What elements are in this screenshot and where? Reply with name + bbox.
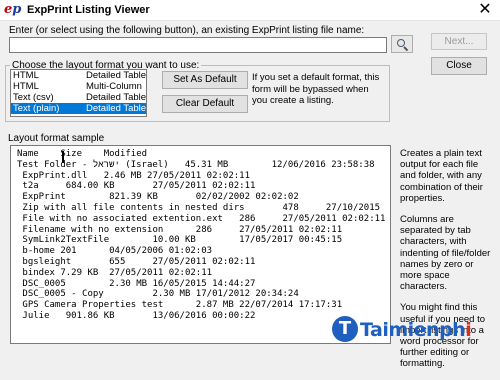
file-prompt-label: Enter (or select using the following but… — [9, 25, 365, 36]
format-explanation: Creates a plain text output for each fil… — [400, 148, 496, 380]
sample-line: ExpPrint 821.39 KB 02/02/2002 02:02:02 — [17, 192, 299, 203]
sample-line: Zip with all file contents in nested dir… — [17, 202, 381, 213]
close-button[interactable]: Close — [431, 57, 487, 75]
format-option-name: HTML — [13, 70, 39, 81]
sample-line: DSC_0005 - Copy 2.30 MB 17/01/2012 20:34… — [17, 289, 299, 300]
format-option[interactable]: Text (csv) Detailed Table — [11, 92, 146, 103]
format-option-name: Text (csv) — [13, 92, 54, 103]
taimienphi-watermark-logo: T Taimienphi — [332, 314, 500, 344]
sample-line: SymLink2TextFile 10.00 KB 17/05/2017 00:… — [17, 235, 343, 246]
format-option-desc: Detailed Table — [86, 92, 147, 103]
watermark-brand-b: i — [465, 319, 472, 341]
sample-line: GPS Camera Properties test 2.87 MB 22/07… — [17, 300, 343, 311]
sample-line: ExpPrint.dll 2.46 MB 27/05/2011 02:02:11 — [17, 170, 250, 181]
sample-line: DSC_0005 2.30 MB 16/05/2015 14:44:27 — [17, 278, 256, 289]
listing-viewer-window: ep ExpPrint Listing Viewer ✕ Enter (or s… — [0, 0, 500, 369]
window-title: ExpPrint Listing Viewer — [27, 4, 150, 16]
sample-line: Name Size Modified — [17, 149, 148, 159]
format-option[interactable]: HTML Multi-Column — [11, 81, 146, 92]
sample-line: File with no associated extention.ext 28… — [17, 213, 386, 224]
default-format-note: If you set a default format, this form w… — [252, 72, 380, 106]
sample-line: bindex 7.29 KB 27/05/2011 02:02:11 — [17, 267, 213, 278]
format-option-desc: Detailed Table — [86, 70, 147, 81]
set-as-default-button[interactable]: Set As Default — [162, 71, 248, 89]
sample-line: b-home 201 04/05/2006 01:02:03 — [17, 246, 213, 257]
format-option-name: Text (plain) — [13, 103, 60, 114]
title-bar: ep ExpPrint Listing Viewer ✕ — [0, 0, 500, 21]
listing-file-input[interactable] — [9, 37, 387, 53]
sample-line: bgsleight 655 27/05/2011 02:02:11 — [17, 256, 256, 267]
next-button[interactable]: Next... — [431, 33, 487, 50]
window-close-icon[interactable]: ✕ — [470, 0, 500, 21]
watermark-brand-a: Taimienph — [360, 319, 466, 341]
browse-button[interactable] — [391, 35, 413, 53]
explanation-paragraph: Creates a plain text output for each fil… — [400, 148, 483, 204]
watermark-brand: Taimienphi — [360, 319, 472, 341]
format-option[interactable]: HTML Detailed Table — [11, 70, 146, 81]
search-icon-handle — [403, 46, 409, 52]
sample-line: Test Folder - ישראל (Israel) 45.31 MB 12… — [17, 159, 375, 170]
format-option-desc: Detailed Table — [86, 103, 147, 114]
explanation-paragraph: Columns are separated by tab characters,… — [400, 214, 491, 293]
sample-line: t2a 684.00 KB 27/05/2011 02:02:11 — [17, 181, 256, 192]
clear-default-button[interactable]: Clear Default — [162, 95, 248, 113]
format-option-desc: Multi-Column — [86, 81, 142, 92]
text-cursor — [62, 151, 64, 163]
sample-title: Layout format sample — [8, 133, 105, 144]
format-option-name: HTML — [13, 81, 39, 92]
format-option-selected[interactable]: Text (plain) Detailed Table — [11, 103, 146, 114]
format-listbox[interactable]: HTML Detailed Table HTML Multi-Column Te… — [10, 69, 147, 117]
sample-line: Filename with no extension 286 27/05/201… — [17, 224, 343, 235]
watermark-initial: T — [332, 316, 358, 342]
expprint-app-icon: ep — [4, 2, 22, 17]
